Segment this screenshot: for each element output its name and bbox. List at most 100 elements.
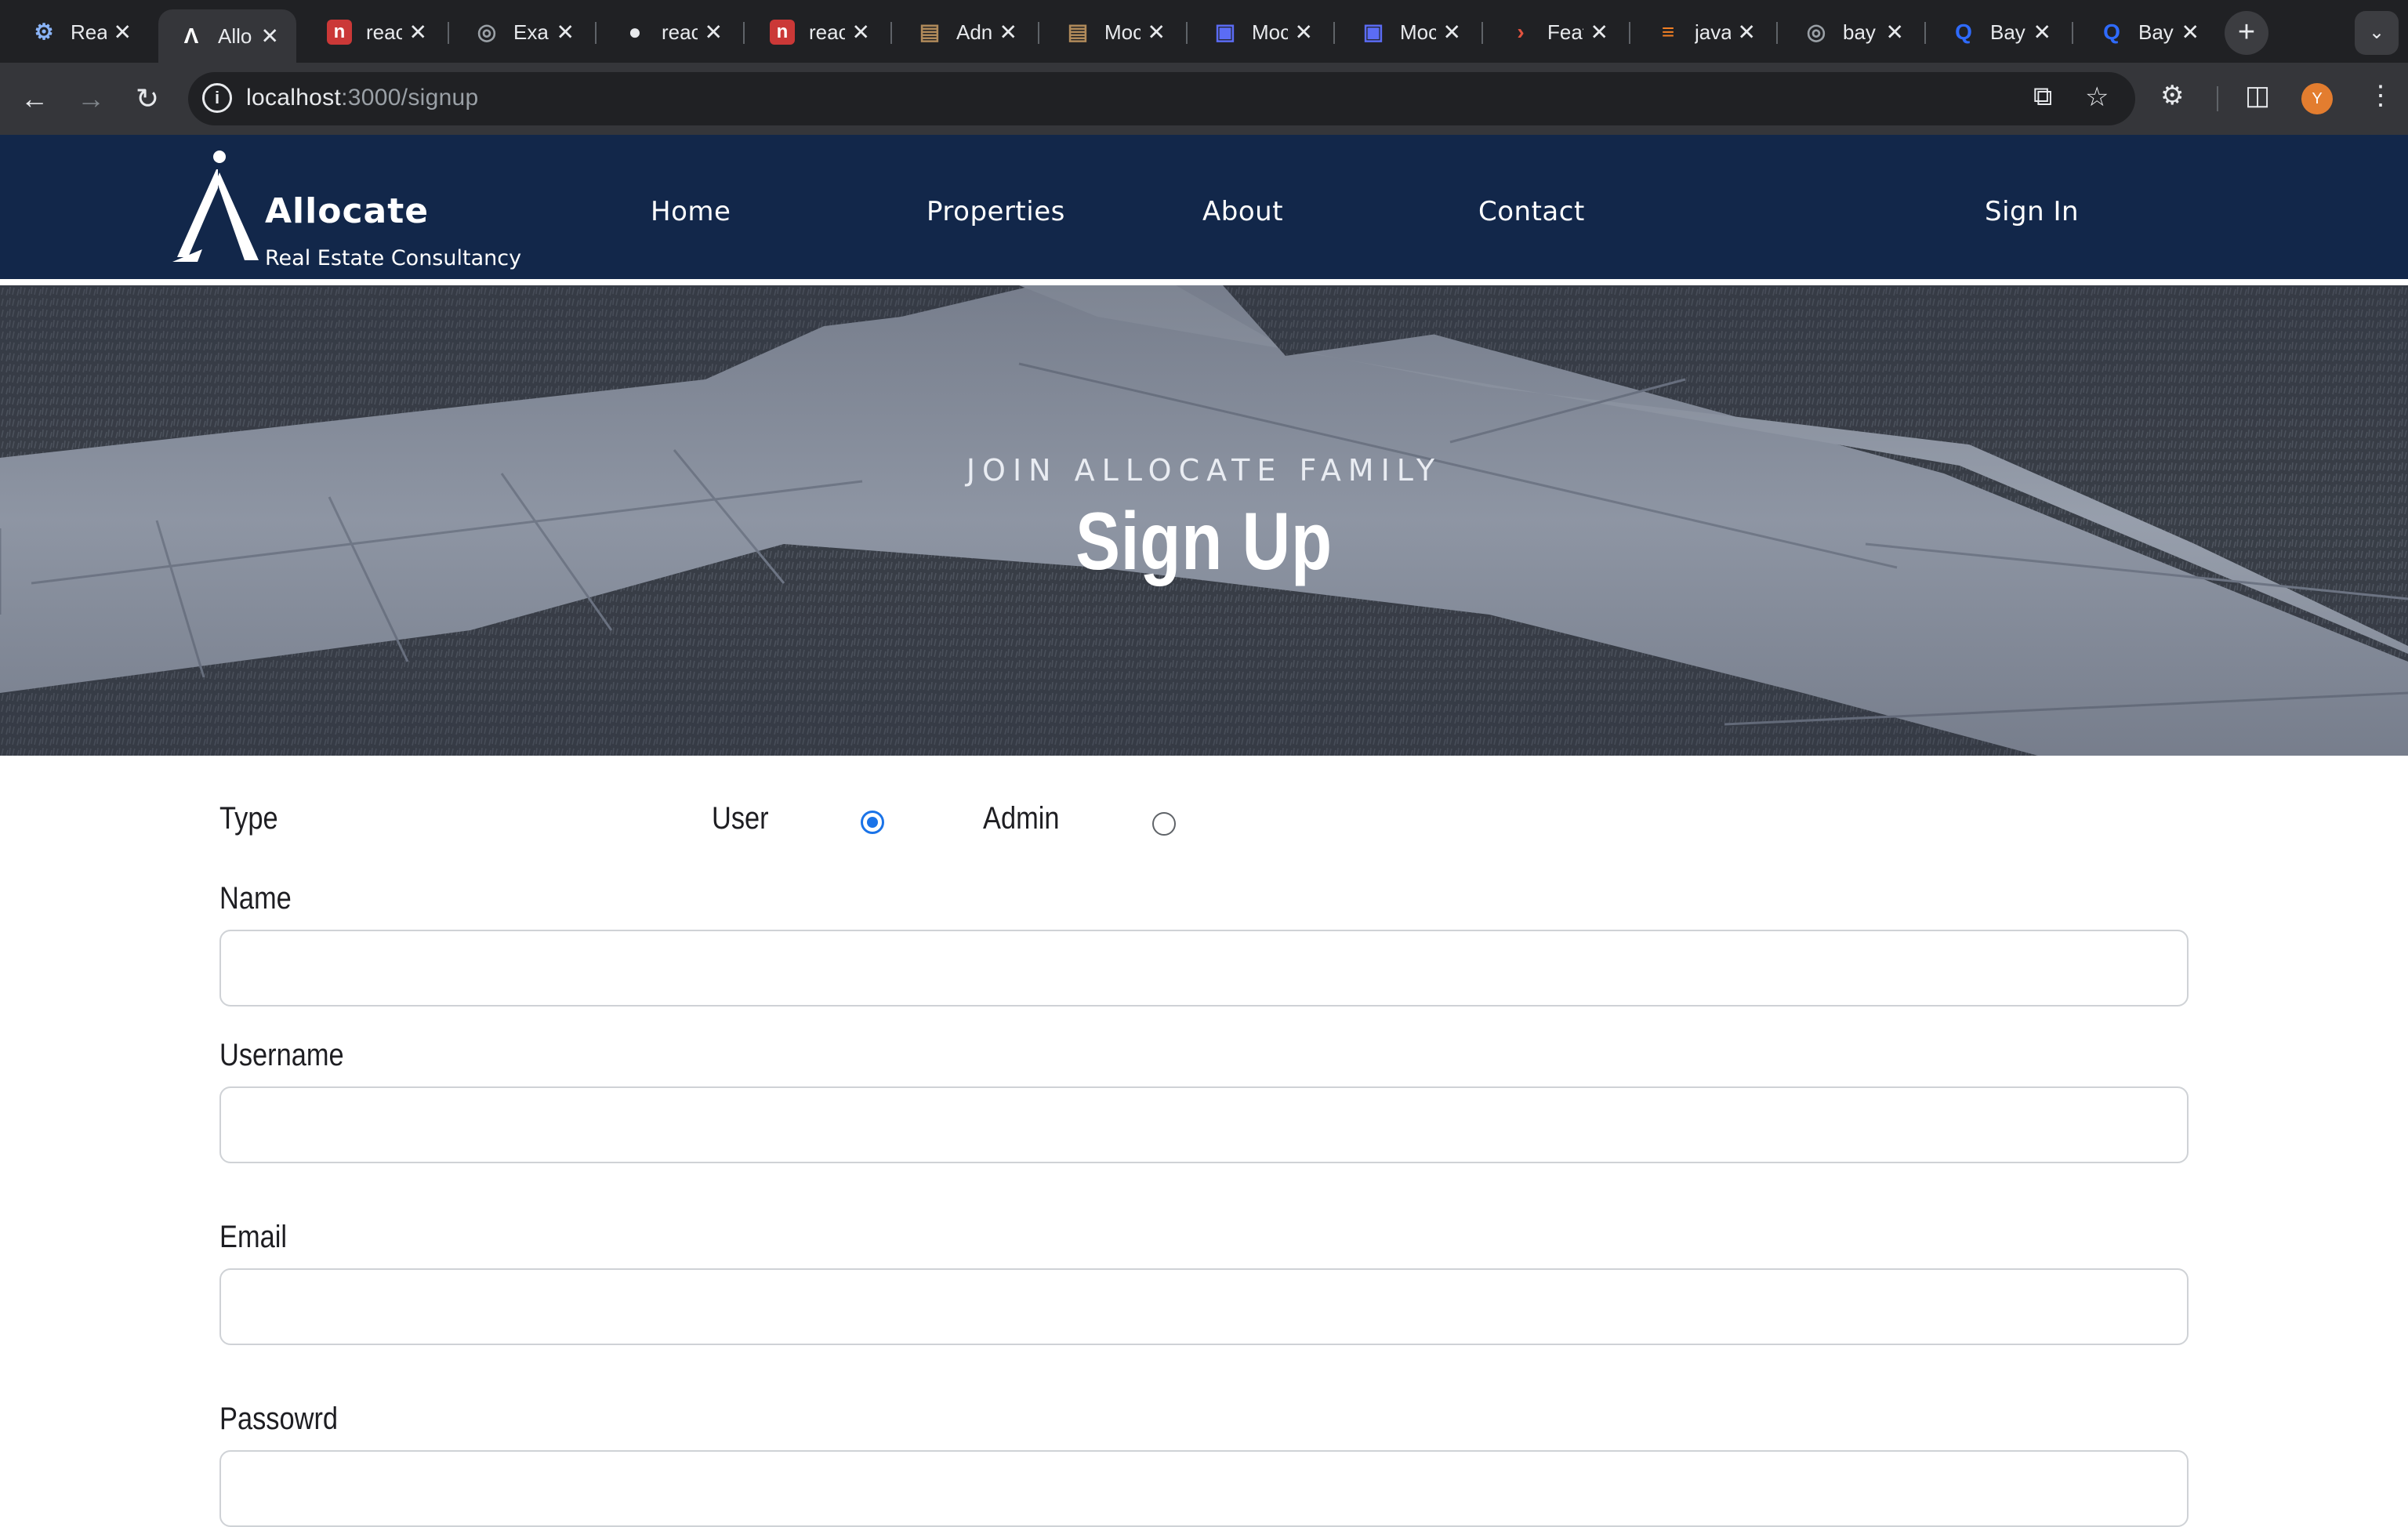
toolbar-divider xyxy=(2217,86,2218,111)
email-input[interactable] xyxy=(219,1268,2189,1345)
npm-icon: n xyxy=(327,20,352,45)
brand-name[interactable]: Allocate xyxy=(265,191,429,231)
name-input[interactable] xyxy=(219,930,2189,1007)
tab-separator xyxy=(1629,22,1630,44)
browser-tab-title: Exa xyxy=(513,20,549,44)
browser-tab-title: reac xyxy=(366,20,402,44)
browser-tab[interactable]: ▣ Moc ✕ xyxy=(1192,11,1330,53)
close-tab-icon[interactable]: ✕ xyxy=(114,20,132,45)
browser-tab-title: Adn xyxy=(956,20,992,44)
browser-tab[interactable]: ● reac ✕ xyxy=(602,11,740,53)
open-in-new-icon[interactable]: ⧉ xyxy=(2033,82,2052,112)
browser-tab[interactable]: ≡ java ✕ xyxy=(1635,11,1773,53)
user-radio-label[interactable]: User xyxy=(712,801,769,836)
tab-separator xyxy=(1776,22,1778,44)
close-tab-icon[interactable]: ✕ xyxy=(2033,20,2051,45)
globe-icon: ◎ xyxy=(477,20,497,44)
extensions-icon[interactable]: ⚙ xyxy=(2160,80,2184,111)
close-tab-icon[interactable]: ✕ xyxy=(1295,20,1313,45)
github-icon: ● xyxy=(628,20,642,44)
reload-icon[interactable]: ↻ xyxy=(125,77,169,121)
close-tab-icon[interactable]: ✕ xyxy=(852,20,870,45)
site-header: Allocate Real Estate Consultancy Home Pr… xyxy=(0,135,2408,285)
tab-separator xyxy=(595,22,597,44)
browser-tab[interactable]: ▤ Moc ✕ xyxy=(1045,11,1183,53)
npm-icon: n xyxy=(770,20,795,45)
tab-separator xyxy=(1186,22,1188,44)
browser-tab[interactable]: ▣ Moc ✕ xyxy=(1340,11,1478,53)
close-tab-icon[interactable]: ✕ xyxy=(557,20,575,45)
admin-radio-button[interactable] xyxy=(1152,812,1176,836)
browser-tab-strip: ⚙ Rea ✕ Λ Allo ✕ n reac ✕ ◎ Exa ✕ ● reac ✕ n reac ✕ ▤ Adn ✕ ▤… xyxy=(0,0,2408,63)
browser-tab-title: Moc xyxy=(1400,20,1436,44)
user-radio-button[interactable] xyxy=(861,811,884,834)
password-label: Passowrd xyxy=(219,1402,339,1436)
book-icon: ▣ xyxy=(1214,20,1236,44)
browser-tab[interactable]: › Feat ✕ xyxy=(1488,11,1626,53)
browser-tab-title: Moc xyxy=(1104,20,1141,44)
browser-tab[interactable]: ◎ bay ✕ xyxy=(1783,11,1921,53)
browser-tab-title: java xyxy=(1695,20,1731,44)
back-icon[interactable]: ← xyxy=(13,77,56,121)
browser-tab[interactable]: ▤ Adn ✕ xyxy=(897,11,1035,53)
hero-subtitle: JOIN ALLOCATE FAMILY xyxy=(966,453,1442,488)
gear-globe-icon: ⚙ xyxy=(34,20,54,44)
browser-tab[interactable]: Q Bay ✕ xyxy=(1931,11,2069,53)
forward-icon[interactable]: → xyxy=(69,77,113,121)
side-panel-icon[interactable]: ◫ xyxy=(2245,80,2270,111)
close-tab-icon[interactable]: ✕ xyxy=(2181,20,2199,45)
browser-tab[interactable]: n reac ✕ xyxy=(306,11,444,53)
close-tab-icon[interactable]: ✕ xyxy=(1148,20,1166,45)
nav-about-link[interactable]: About xyxy=(1202,196,1283,227)
browser-tab[interactable]: n reac ✕ xyxy=(749,11,887,53)
bookmark-star-icon[interactable]: ☆ xyxy=(2085,82,2109,113)
bookmark-doc-icon: ▤ xyxy=(919,20,941,44)
nav-contact-link[interactable]: Contact xyxy=(1478,196,1585,227)
tab-separator xyxy=(1038,22,1039,44)
username-label: Username xyxy=(219,1038,344,1072)
bookmark-doc-icon: ▤ xyxy=(1067,20,1089,44)
address-bar[interactable]: i localhost:3000/signup ⧉ ☆ xyxy=(188,72,2135,125)
tab-separator xyxy=(1481,22,1483,44)
tab-separator xyxy=(1333,22,1335,44)
url-text[interactable]: localhost:3000/signup xyxy=(246,85,479,111)
allocate-logo-icon: Λ xyxy=(183,24,199,48)
allocate-logo-icon[interactable] xyxy=(171,149,265,267)
browser-tab[interactable]: ◎ Exa ✕ xyxy=(454,11,592,53)
close-tab-icon[interactable]: ✕ xyxy=(1443,20,1461,45)
browser-tab[interactable]: Λ Allo ✕ xyxy=(158,9,296,63)
hero-banner: JOIN ALLOCATE FAMILY Sign Up xyxy=(0,285,2408,756)
new-tab-button[interactable]: + xyxy=(2225,11,2268,55)
close-tab-icon[interactable]: ✕ xyxy=(409,20,427,45)
q-logo-icon: Q xyxy=(1955,20,1972,44)
name-label: Name xyxy=(219,881,292,916)
close-tab-icon[interactable]: ✕ xyxy=(999,20,1017,45)
tab-separator xyxy=(1924,22,1926,44)
nav-home-link[interactable]: Home xyxy=(651,196,731,227)
nav-properties-link[interactable]: Properties xyxy=(927,196,1065,227)
admin-radio-label[interactable]: Admin xyxy=(983,801,1060,836)
browser-tab-title: Bay xyxy=(1990,20,2025,44)
browser-tab-title: Bay xyxy=(2138,20,2174,44)
browser-tab-title: Rea xyxy=(71,20,107,44)
tab-separator xyxy=(890,22,892,44)
close-tab-icon[interactable]: ✕ xyxy=(705,20,723,45)
close-tab-icon[interactable]: ✕ xyxy=(261,24,279,49)
nav-sign-in-link[interactable]: Sign In xyxy=(1985,196,2079,227)
tab-separator xyxy=(743,22,745,44)
password-input[interactable] xyxy=(219,1450,2189,1527)
tab-separator xyxy=(448,22,449,44)
site-info-icon[interactable]: i xyxy=(202,83,232,113)
close-tab-icon[interactable]: ✕ xyxy=(1886,20,1904,45)
page-title: Sign Up xyxy=(1075,496,1333,587)
close-tab-icon[interactable]: ✕ xyxy=(1738,20,1756,45)
type-label: Type xyxy=(219,801,278,836)
browser-menu-icon[interactable]: ⋮ xyxy=(2367,80,2394,111)
browser-tab[interactable]: Q Bay ✕ xyxy=(2079,11,2217,53)
profile-avatar[interactable]: Y xyxy=(2301,83,2333,114)
browser-tab[interactable]: ⚙ Rea ✕ xyxy=(11,11,149,53)
stackoverflow-icon: ≡ xyxy=(1661,20,1675,44)
username-input[interactable] xyxy=(219,1086,2189,1163)
tab-search-button[interactable]: ⌄ xyxy=(2355,11,2399,55)
close-tab-icon[interactable]: ✕ xyxy=(1590,20,1608,45)
